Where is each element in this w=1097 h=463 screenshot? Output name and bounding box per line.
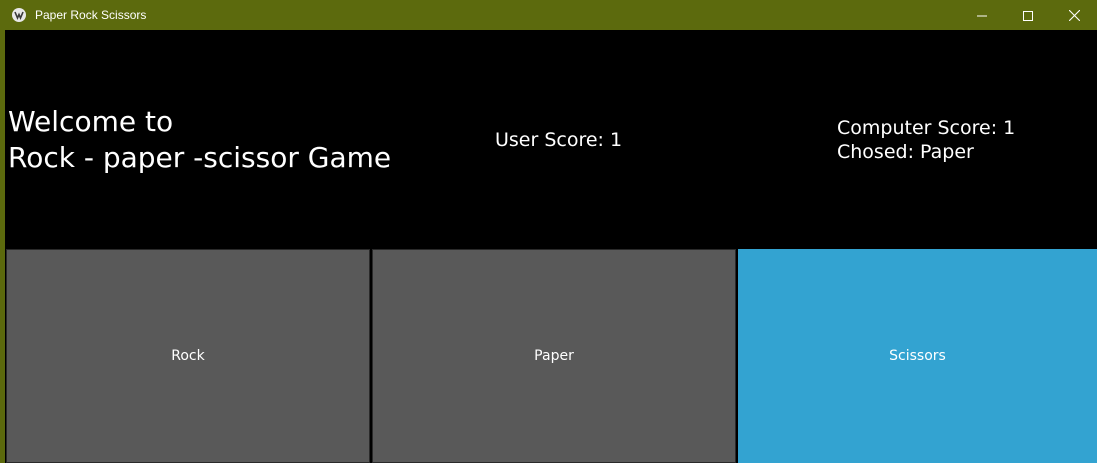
rock-button[interactable]: Rock (6, 249, 370, 463)
welcome-heading: Welcome to Rock - paper -scissor Game (8, 104, 391, 176)
choice-buttons: Rock Paper Scissors (6, 249, 1097, 463)
paper-button[interactable]: Paper (372, 249, 736, 463)
app-window: Paper Rock Scissors Welcome to Rock - pa… (0, 0, 1097, 463)
title-bar[interactable]: Paper Rock Scissors (0, 0, 1097, 30)
computer-score-label: Computer Score: 1 (837, 117, 1016, 139)
window-controls (959, 0, 1097, 30)
user-score-label: User Score: 1 (495, 129, 623, 151)
close-icon (1068, 6, 1080, 25)
computer-choice-label: Chosed: Paper (837, 141, 974, 163)
maximize-icon (1023, 6, 1033, 25)
computer-info: Computer Score: 1 Chosed: Paper (837, 116, 1015, 164)
welcome-line-2: Rock - paper -scissor Game (8, 141, 392, 174)
maximize-button[interactable] (1005, 0, 1051, 30)
kivy-logo-icon (11, 7, 27, 23)
window-title: Paper Rock Scissors (35, 8, 147, 22)
minimize-button[interactable] (959, 0, 1005, 30)
scissors-button[interactable]: Scissors (738, 249, 1097, 463)
welcome-line-1: Welcome to (8, 105, 174, 138)
game-area: Welcome to Rock - paper -scissor Game Us… (5, 30, 1097, 463)
minimize-icon (977, 6, 987, 25)
close-button[interactable] (1051, 0, 1097, 30)
